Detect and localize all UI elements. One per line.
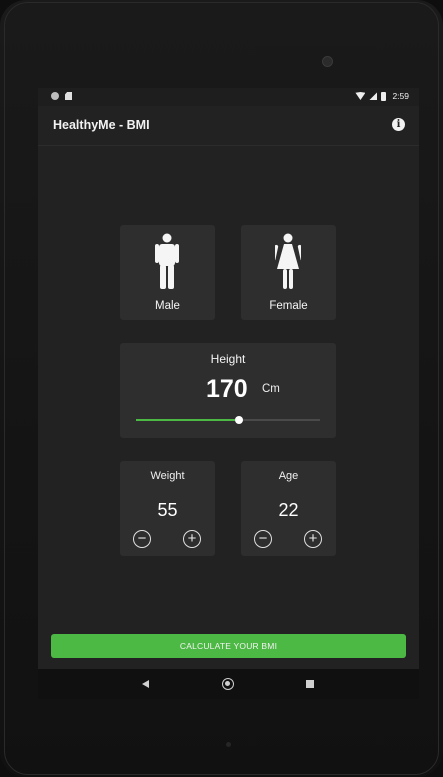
- age-minus-button[interactable]: −: [254, 530, 272, 548]
- calculate-bmi-button[interactable]: CALCULATE YOUR BMI: [51, 634, 406, 658]
- navigation-bar: [38, 669, 419, 699]
- weight-minus-button[interactable]: −: [133, 530, 151, 548]
- age-value: 22: [278, 500, 299, 520]
- recents-icon[interactable]: [306, 680, 314, 688]
- status-time: 2:59: [392, 91, 409, 101]
- wifi-icon: [355, 92, 366, 100]
- home-icon[interactable]: [222, 678, 234, 690]
- tablet-frame: 2:59 HealthyMe - BMI i Male Female Heigh…: [0, 0, 443, 777]
- battery-icon: [381, 91, 387, 101]
- front-camera: [322, 56, 333, 67]
- status-bar: 2:59: [38, 88, 419, 106]
- age-title: Age: [278, 470, 299, 482]
- height-title: Height: [210, 352, 246, 366]
- app-screen: 2:59 HealthyMe - BMI i Male Female Heigh…: [38, 88, 419, 699]
- male-label: Male: [155, 300, 180, 312]
- app-title: HealthyMe - BMI: [53, 118, 150, 132]
- age-plus-button[interactable]: +: [304, 530, 322, 548]
- height-unit: Cm: [262, 383, 280, 395]
- sd-card-icon: [65, 92, 72, 100]
- height-card: Height 170 Cm: [120, 343, 336, 438]
- weight-value: 55: [157, 500, 178, 520]
- app-bar: HealthyMe - BMI i: [38, 106, 419, 146]
- male-icon: [155, 233, 179, 289]
- height-value: 170: [206, 375, 248, 403]
- status-right-icons: 2:59: [355, 91, 409, 101]
- male-card[interactable]: Male: [120, 225, 215, 320]
- weight-title: Weight: [150, 470, 185, 482]
- info-icon[interactable]: i: [392, 118, 405, 131]
- signal-icon: [369, 92, 378, 100]
- female-label: Female: [269, 300, 308, 312]
- bottom-sensor: [226, 742, 231, 747]
- age-card: Age 22 − +: [241, 461, 336, 556]
- weight-plus-button[interactable]: +: [183, 530, 201, 548]
- height-slider-thumb[interactable]: [235, 416, 244, 424]
- female-icon: [275, 233, 301, 289]
- height-slider[interactable]: [136, 416, 320, 424]
- weight-card: Weight 55 − +: [120, 461, 215, 556]
- notification-dot-icon: [51, 92, 59, 100]
- height-slider-fill: [136, 419, 240, 421]
- female-card[interactable]: Female: [241, 225, 336, 320]
- status-left-icons: [51, 92, 72, 100]
- back-icon[interactable]: [142, 680, 149, 688]
